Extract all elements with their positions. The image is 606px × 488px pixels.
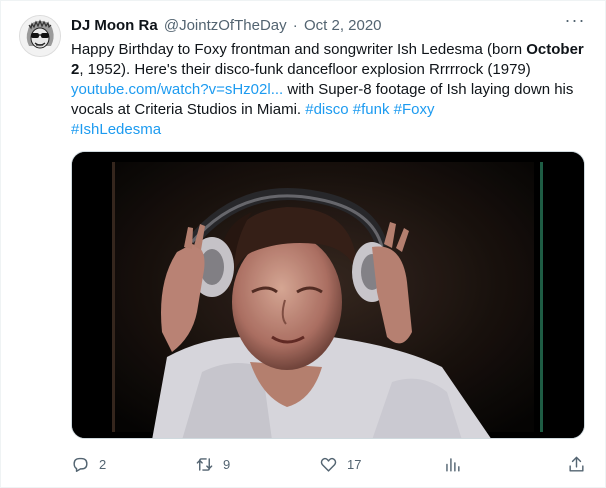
share-button[interactable] — [567, 453, 586, 475]
reply-count: 2 — [99, 456, 107, 472]
reply-icon — [73, 457, 88, 472]
hashtag-funk[interactable]: #funk — [353, 101, 390, 118]
like-count: 17 — [347, 456, 362, 472]
avatar-image — [20, 16, 60, 56]
hashtag-ishledesma[interactable]: #IshLedesma — [71, 121, 161, 138]
tweet-text-part-2: , 1952). Here's their disco-funk dancefl… — [79, 61, 531, 78]
views-button[interactable] — [443, 453, 462, 475]
like-button[interactable]: 17 — [319, 453, 361, 475]
heart-icon — [320, 457, 337, 472]
retweet-count: 9 — [223, 456, 231, 472]
tweet-date[interactable]: Oct 2, 2020 — [304, 17, 382, 34]
hashtag-foxy[interactable]: #Foxy — [394, 101, 435, 118]
retweet-icon — [196, 457, 213, 471]
share-icon — [569, 456, 584, 472]
action-bar: 2 9 17 — [71, 453, 587, 475]
author-display-name[interactable]: DJ Moon Ra — [71, 17, 158, 34]
reply-button[interactable]: 2 — [71, 453, 106, 475]
retweet-button[interactable]: 9 — [195, 453, 230, 475]
header-separator: · — [292, 17, 298, 34]
author-handle[interactable]: @JointzOfTheDay — [164, 17, 287, 34]
hashtag-disco[interactable]: #disco — [305, 101, 348, 118]
more-options-button[interactable]: ··· — [563, 11, 587, 33]
video-thumbnail[interactable] — [71, 151, 585, 439]
tweet-header: DJ Moon Ra @JointzOfTheDay · Oct 2, 2020 — [71, 16, 565, 36]
youtube-link[interactable]: youtube.com/watch?v=sHz02l... — [71, 81, 283, 98]
tweet-text-part-1: Happy Birthday to Foxy frontman and song… — [71, 41, 527, 58]
analytics-icon — [446, 457, 460, 472]
avatar[interactable] — [19, 15, 61, 57]
video-frame-image — [72, 152, 584, 438]
tweet-text: Happy Birthday to Foxy frontman and song… — [71, 40, 591, 140]
tweet-card[interactable]: DJ Moon Ra @JointzOfTheDay · Oct 2, 2020… — [0, 0, 606, 488]
